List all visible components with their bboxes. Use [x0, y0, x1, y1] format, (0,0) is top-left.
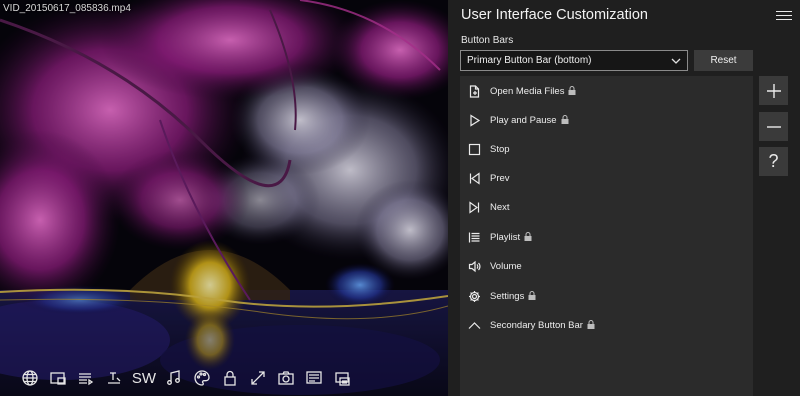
add-button[interactable] [759, 76, 788, 105]
help-button[interactable]: ? [759, 147, 788, 176]
play-icon [467, 114, 481, 128]
lock-icon [528, 291, 536, 300]
video-frame-image [0, 0, 448, 396]
picture-in-picture-icon[interactable] [46, 366, 70, 390]
list-item-open-media-files[interactable]: Open Media Files [460, 77, 753, 106]
reset-button[interactable]: Reset [694, 50, 753, 71]
playlist-icon [467, 231, 481, 245]
list-item-label: Playlist [490, 232, 521, 243]
list-item-stop[interactable]: Stop [460, 135, 753, 164]
globe-icon[interactable] [18, 366, 42, 390]
button-bar-dropdown[interactable]: Primary Button Bar (bottom) [460, 50, 688, 71]
list-item-next[interactable]: Next [460, 193, 753, 222]
skip-next-icon [467, 201, 481, 215]
list-item-label: Volume [490, 261, 522, 272]
subtitle-icon[interactable] [102, 366, 126, 390]
gear-icon [467, 290, 481, 304]
stop-icon [467, 143, 481, 157]
list-item-label: Play and Pause [490, 115, 557, 126]
list-item-label: Open Media Files [490, 86, 565, 97]
video-filename: VID_20150617_085836.mp4 [3, 3, 131, 14]
lock-icon [587, 320, 595, 329]
video-toolbar: SW [18, 366, 354, 390]
list-item-label: Secondary Button Bar [490, 320, 583, 331]
lock-icon [568, 86, 576, 95]
palette-icon[interactable] [190, 366, 214, 390]
settings-panel: User Interface Customization Button Bars… [448, 0, 800, 396]
remove-button[interactable] [759, 112, 788, 141]
list-item-volume[interactable]: Volume [460, 252, 753, 281]
hamburger-menu-icon[interactable] [776, 8, 792, 22]
list-item-label: Prev [490, 173, 510, 184]
lock-icon [561, 115, 569, 124]
skip-previous-icon [467, 172, 481, 186]
help-icon: ? [768, 151, 779, 171]
lock-icon[interactable] [218, 366, 242, 390]
sw-decoder-button[interactable]: SW [130, 366, 158, 390]
fullscreen-icon[interactable] [246, 366, 270, 390]
dropdown-value: Primary Button Bar (bottom) [467, 55, 592, 66]
plus-icon [766, 83, 781, 98]
display-icon[interactable] [302, 366, 326, 390]
list-item-playlist[interactable]: Playlist [460, 223, 753, 252]
list-item-play-and-pause[interactable]: Play and Pause [460, 106, 753, 135]
list-item-label: Settings [490, 291, 525, 302]
section-label: Button Bars [461, 35, 514, 46]
volume-icon [467, 260, 481, 274]
music-note-icon[interactable] [162, 366, 186, 390]
list-item-prev[interactable]: Prev [460, 164, 753, 193]
lock-icon [524, 232, 532, 241]
list-item-label: Next [490, 202, 510, 213]
chevron-down-icon [671, 58, 681, 64]
file-icon [467, 85, 481, 99]
minus-icon [766, 125, 781, 128]
list-item-secondary-button-bar[interactable]: Secondary Button Bar [460, 311, 753, 340]
video-view[interactable]: VID_20150617_085836.mp4 SW [0, 0, 448, 396]
playlist-icon[interactable] [74, 366, 98, 390]
button-list: Open Media Files Play and Pause Stop Pre… [460, 76, 753, 396]
list-item-settings[interactable]: Settings [460, 282, 753, 311]
panel-title: User Interface Customization [461, 7, 648, 23]
cast-icon[interactable] [330, 366, 354, 390]
screenshot-camera-icon[interactable] [274, 366, 298, 390]
chevron-up-icon [467, 319, 481, 333]
list-item-label: Stop [490, 144, 510, 155]
